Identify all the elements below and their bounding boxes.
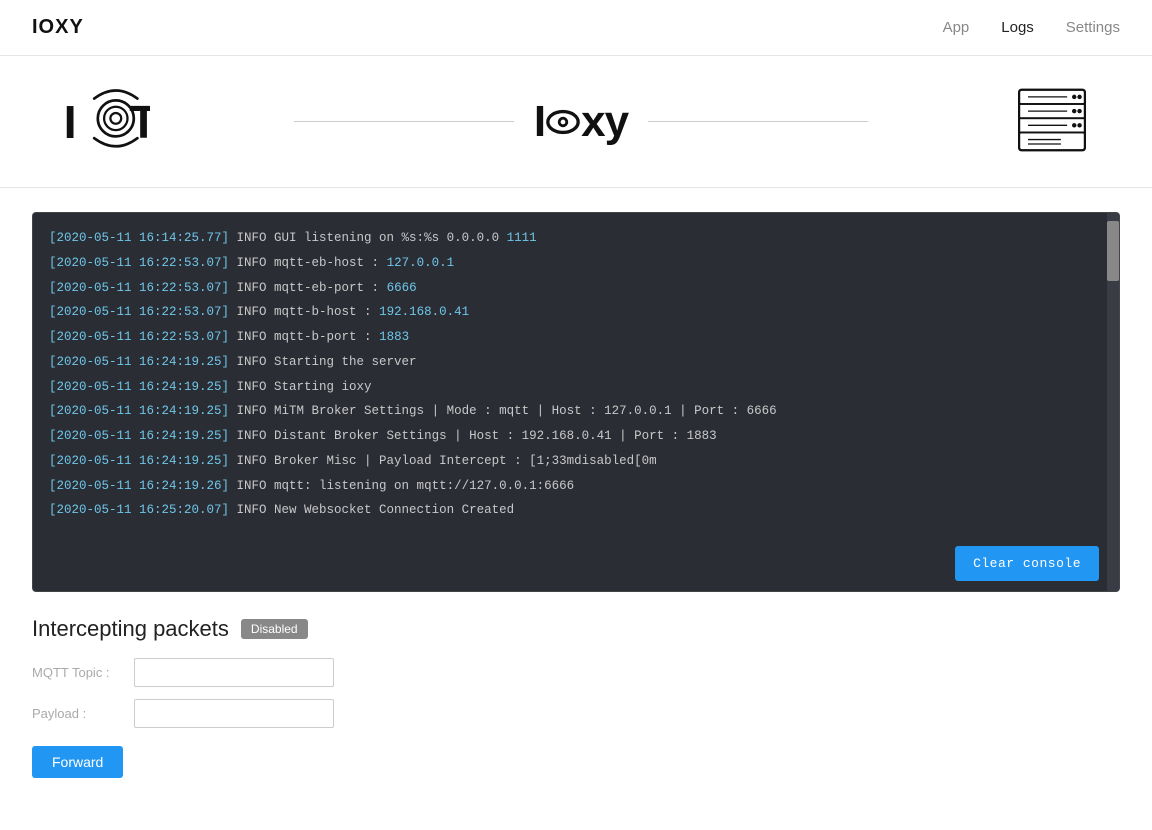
- console-wrapper[interactable]: [2020-05-11 16:14:25.77] INFO GUI listen…: [32, 212, 1120, 592]
- intercepting-title: Intercepting packets Disabled: [32, 616, 1120, 642]
- nav-settings[interactable]: Settings: [1066, 19, 1120, 36]
- console-line: [2020-05-11 16:24:19.25] INFO Broker Mis…: [49, 452, 1103, 471]
- forward-button[interactable]: Forward: [32, 746, 123, 778]
- brand-logo: IOXY: [32, 16, 84, 39]
- clear-console-button[interactable]: Clear console: [955, 546, 1099, 581]
- console-line: [2020-05-11 16:24:19.25] INFO MiTM Broke…: [49, 402, 1103, 421]
- iot-icon: I T: [60, 82, 150, 162]
- mqtt-topic-label: MQTT Topic :: [32, 665, 122, 680]
- nav-app[interactable]: App: [943, 19, 970, 36]
- intercepting-section: Intercepting packets Disabled MQTT Topic…: [32, 616, 1120, 778]
- banner-left-line: [294, 121, 514, 122]
- console-line: [2020-05-11 16:22:53.07] INFO mqtt-b-hos…: [49, 303, 1103, 322]
- navbar: IOXY App Logs Settings: [0, 0, 1152, 56]
- nav-links: App Logs Settings: [943, 19, 1120, 36]
- payload-row: Payload :: [32, 699, 1120, 728]
- wordmark-eye: [545, 100, 581, 144]
- svg-text:T: T: [129, 96, 150, 148]
- console-line: [2020-05-11 16:24:19.25] INFO Distant Br…: [49, 427, 1103, 446]
- console-line: [2020-05-11 16:14:25.77] INFO GUI listen…: [49, 229, 1103, 248]
- header-banner: I T I xy: [0, 56, 1152, 188]
- scrollbar-thumb[interactable]: [1107, 221, 1119, 281]
- wordmark-xy: xy: [581, 97, 628, 147]
- console-line: [2020-05-11 16:24:19.26] INFO mqtt: list…: [49, 477, 1103, 496]
- intercepting-title-text: Intercepting packets: [32, 616, 229, 642]
- console-line: [2020-05-11 16:22:53.07] INFO mqtt-eb-po…: [49, 279, 1103, 298]
- payload-label: Payload :: [32, 706, 122, 721]
- wordmark-i: I: [534, 97, 545, 147]
- payload-input[interactable]: [134, 699, 334, 728]
- mqtt-topic-input[interactable]: [134, 658, 334, 687]
- nav-logs[interactable]: Logs: [1001, 19, 1034, 36]
- console-line: [2020-05-11 16:22:53.07] INFO mqtt-b-por…: [49, 328, 1103, 347]
- server-rack-icon: [1012, 80, 1092, 163]
- console-output: [2020-05-11 16:14:25.77] INFO GUI listen…: [33, 225, 1119, 586]
- console-line: [2020-05-11 16:24:19.25] INFO Starting t…: [49, 353, 1103, 372]
- ioxy-wordmark: I xy: [514, 97, 648, 147]
- console-line: [2020-05-11 16:22:53.07] INFO mqtt-eb-ho…: [49, 254, 1103, 273]
- mqtt-topic-row: MQTT Topic :: [32, 658, 1120, 687]
- banner-center: I xy: [150, 97, 1012, 147]
- svg-text:I: I: [64, 96, 77, 148]
- console-line: [2020-05-11 16:24:19.25] INFO Starting i…: [49, 378, 1103, 397]
- banner-right-line: [648, 121, 868, 122]
- main-content: [2020-05-11 16:14:25.77] INFO GUI listen…: [0, 188, 1152, 802]
- disabled-badge[interactable]: Disabled: [241, 619, 308, 639]
- console-line: [2020-05-11 16:25:20.07] INFO New Websoc…: [49, 501, 1103, 520]
- console-scrollbar[interactable]: [1107, 213, 1119, 591]
